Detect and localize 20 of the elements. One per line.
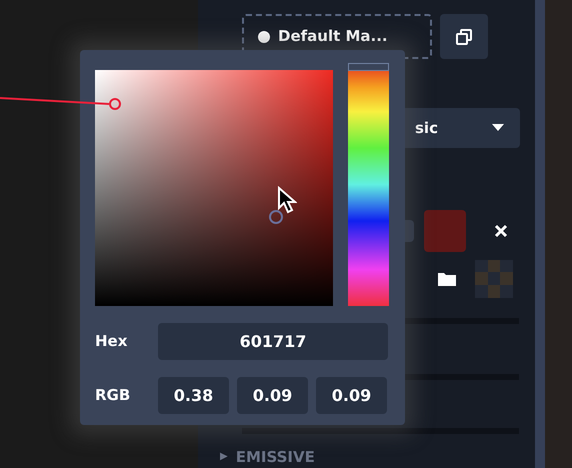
folder-icon[interactable] [437, 270, 457, 286]
expand-arrow[interactable]: ▶ [220, 449, 228, 464]
rgb-field[interactable]: 0.38 [158, 377, 229, 414]
close-icon[interactable] [494, 224, 508, 238]
saturation-square[interactable] [95, 70, 333, 306]
hue-slider[interactable] [348, 63, 389, 306]
selector-ring[interactable] [269, 210, 283, 224]
section-title[interactable]: EMISSIVE [236, 446, 315, 468]
hex-label: Hex [95, 331, 128, 352]
copy-icon [455, 28, 473, 46]
checker-preview [475, 260, 513, 298]
color-swatch[interactable] [424, 210, 466, 252]
cursor-icon [277, 186, 297, 214]
hue-handle[interactable] [348, 63, 389, 71]
duplicate-button[interactable] [440, 14, 488, 59]
rgb-label: RGB [95, 385, 132, 406]
caret-icon [492, 124, 504, 132]
rgb-field[interactable]: 0.09 [316, 377, 387, 414]
hex-field[interactable]: 601717 [158, 323, 388, 360]
rgb-field[interactable]: 0.09 [237, 377, 308, 414]
